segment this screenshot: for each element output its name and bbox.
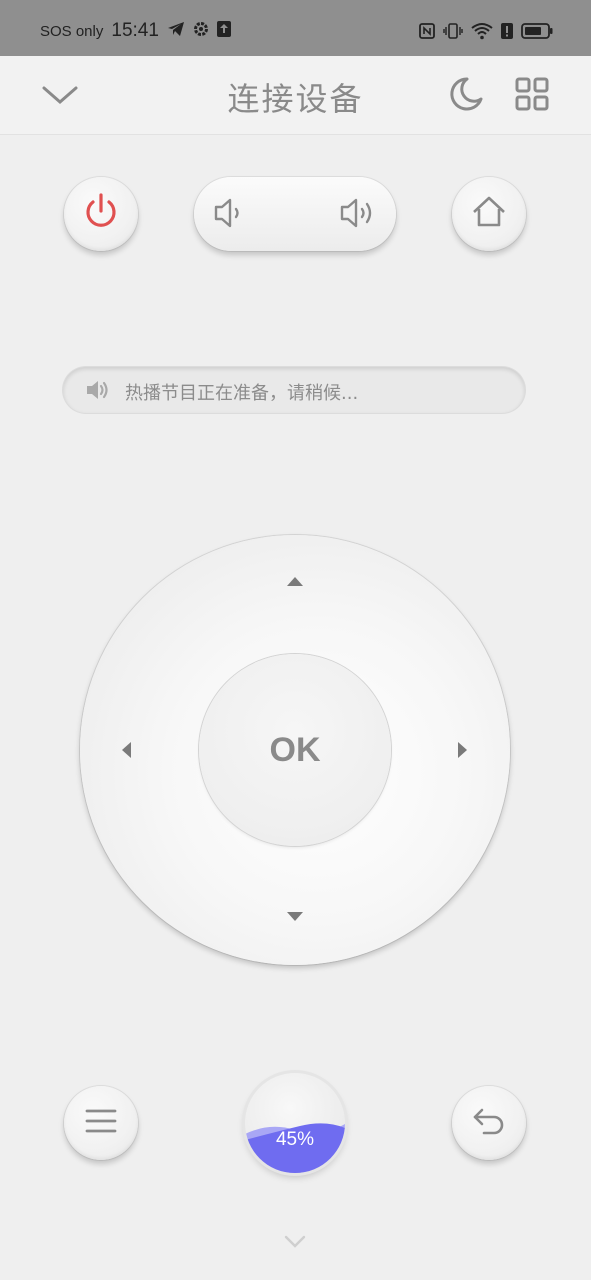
power-button[interactable] [64, 177, 138, 251]
moon-icon[interactable] [445, 74, 485, 114]
wave-fill [245, 1123, 345, 1173]
arrow-right-icon[interactable] [458, 742, 467, 758]
menu-icon [83, 1106, 119, 1140]
upload-icon [216, 21, 231, 41]
chevron-down-icon[interactable] [283, 1234, 307, 1254]
ok-button[interactable]: OK [199, 654, 391, 846]
alert-icon [501, 23, 513, 43]
arrow-up-icon[interactable] [287, 577, 303, 586]
volume-up-icon[interactable] [338, 195, 378, 235]
clock-text: 15:41 [111, 20, 159, 41]
page-title: 连接设备 [227, 80, 364, 118]
level-label: 45% [275, 1129, 315, 1150]
gear-icon [193, 21, 209, 41]
direction-pad: OK [80, 535, 510, 965]
level-indicator[interactable]: 45% [245, 1073, 345, 1173]
arrow-left-icon[interactable] [122, 742, 131, 758]
home-button[interactable] [452, 177, 526, 251]
menu-button[interactable] [64, 1086, 138, 1160]
volume-control [194, 177, 396, 251]
speaker-icon [85, 379, 111, 405]
app-header: 连接设备 [0, 56, 591, 135]
notice-bar: 热播节目正在准备，请稍候... [63, 367, 525, 413]
grid-icon[interactable] [512, 74, 552, 114]
home-icon [470, 193, 508, 235]
power-icon [81, 192, 121, 236]
battery-icon [521, 23, 553, 43]
notice-text: 热播节目正在准备，请稍候... [125, 383, 359, 404]
telegram-icon [167, 21, 185, 41]
status-bar: SOS only 15:41 [0, 0, 591, 56]
ok-label: OK [269, 730, 321, 769]
nfc-icon [419, 23, 435, 43]
carrier-text: SOS only [40, 22, 104, 40]
back-icon [470, 1104, 508, 1142]
wifi-icon [471, 22, 493, 44]
vibrate-icon [443, 22, 463, 44]
back-button[interactable] [452, 1086, 526, 1160]
arrow-down-icon[interactable] [287, 912, 303, 921]
volume-down-icon[interactable] [212, 195, 246, 235]
